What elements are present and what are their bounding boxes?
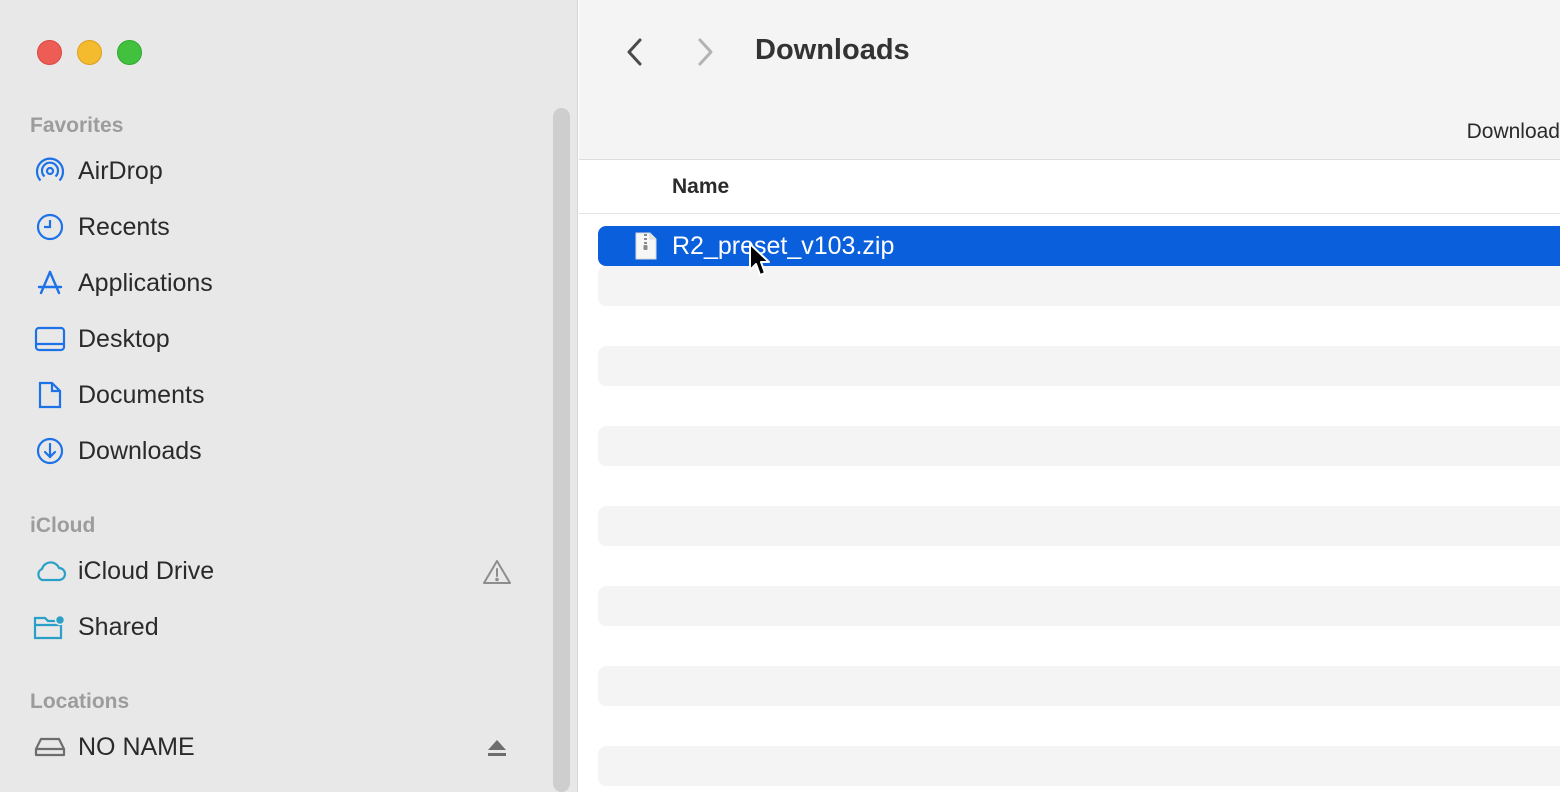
- empty-row: [598, 746, 1560, 786]
- sidebar-item-label: NO NAME: [78, 732, 195, 761]
- sidebar-item-airdrop[interactable]: AirDrop: [22, 147, 522, 195]
- empty-row: [598, 546, 1560, 586]
- shared-folder-icon: [30, 607, 70, 647]
- drive-icon: [30, 727, 70, 767]
- sidebar-item-label: Documents: [78, 380, 205, 409]
- download-circle-icon: [30, 431, 70, 471]
- eject-icon[interactable]: [480, 731, 514, 765]
- column-header-name[interactable]: Name: [672, 175, 729, 199]
- close-window-button[interactable]: [37, 40, 62, 65]
- airdrop-icon: [30, 151, 70, 191]
- back-button[interactable]: [615, 32, 655, 72]
- file-list: R2_preset_v103.zip: [598, 226, 1560, 786]
- empty-row: [598, 666, 1560, 706]
- cloud-icon: [30, 551, 70, 591]
- toolbar: Downloads Download: [579, 0, 1560, 160]
- sidebar-item-label: AirDrop: [78, 156, 163, 185]
- file-name: R2_preset_v103.zip: [672, 232, 895, 260]
- maximize-window-button[interactable]: [117, 40, 142, 65]
- clock-icon: [30, 207, 70, 247]
- empty-row: [598, 706, 1560, 746]
- sidebar-item-label: Desktop: [78, 324, 170, 353]
- chevron-left-icon: [627, 38, 642, 66]
- sidebar: Favorites AirDrop Recents Applications D…: [0, 0, 578, 792]
- sidebar-item-applications[interactable]: Applications: [22, 259, 522, 307]
- sidebar-scrollbar[interactable]: [553, 108, 570, 792]
- section-title-icloud: iCloud: [30, 514, 96, 537]
- sidebar-item-label: Recents: [78, 212, 170, 241]
- empty-row: [598, 506, 1560, 546]
- sidebar-item-shared[interactable]: Shared: [22, 603, 522, 651]
- sidebar-item-documents[interactable]: Documents: [22, 371, 522, 419]
- column-header: Name: [579, 162, 1560, 214]
- forward-button[interactable]: [685, 32, 725, 72]
- empty-row: [598, 346, 1560, 386]
- section-title-locations: Locations: [30, 690, 130, 713]
- desktop-icon: [30, 319, 70, 359]
- mouse-cursor-icon: [749, 243, 770, 276]
- empty-row: [598, 586, 1560, 626]
- empty-row: [598, 466, 1560, 506]
- window-title: Downloads: [755, 34, 910, 66]
- sidebar-item-label: Downloads: [78, 436, 202, 465]
- sidebar-item-label: iCloud Drive: [78, 556, 215, 585]
- sidebar-item-desktop[interactable]: Desktop: [22, 315, 522, 363]
- sidebar-item-label: Applications: [78, 268, 213, 297]
- sidebar-item-downloads[interactable]: Downloads: [22, 427, 522, 475]
- path-label[interactable]: Download: [1467, 120, 1560, 144]
- empty-row: [598, 266, 1560, 306]
- zip-file-icon: [634, 232, 658, 260]
- sidebar-item-no-name[interactable]: NO NAME: [22, 723, 522, 771]
- warning-icon[interactable]: [480, 555, 514, 589]
- applications-icon: [30, 263, 70, 303]
- sidebar-item-recents[interactable]: Recents: [22, 203, 522, 251]
- file-row[interactable]: R2_preset_v103.zip: [598, 226, 1560, 266]
- sidebar-item-icloud-drive[interactable]: iCloud Drive: [22, 547, 522, 595]
- section-title-favorites: Favorites: [30, 114, 124, 137]
- sidebar-item-label: Shared: [78, 612, 159, 641]
- chevron-right-icon: [698, 38, 713, 66]
- empty-row: [598, 626, 1560, 666]
- empty-row: [598, 386, 1560, 426]
- empty-row: [598, 306, 1560, 346]
- empty-row: [598, 426, 1560, 466]
- minimize-window-button[interactable]: [77, 40, 102, 65]
- main-pane: Downloads Download Name R2_preset_v103.z…: [579, 0, 1560, 792]
- document-icon: [30, 375, 70, 415]
